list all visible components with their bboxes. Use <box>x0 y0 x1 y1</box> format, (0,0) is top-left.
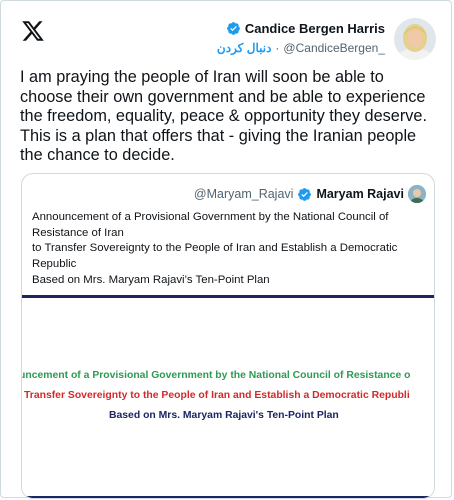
image-line-navy: Based on Mrs. Maryam Rajavi's Ten-Point … <box>109 410 339 421</box>
image-top-bar <box>22 295 434 298</box>
author-name[interactable]: Candice Bergen Harris <box>245 21 385 36</box>
quoted-line: to Transfer Sovereignty to the People of… <box>32 242 398 271</box>
avatar[interactable] <box>394 18 436 60</box>
quoted-handle[interactable]: @Maryam_Rajavi <box>194 187 294 201</box>
tweet-text: I am praying the people of Iran will soo… <box>20 68 427 164</box>
tweet-card: Candice Bergen Harris دنبال کردن · @Cand… <box>0 0 452 499</box>
quoted-tweet[interactable]: @Maryam_Rajavi Maryam Rajavi Announcemen… <box>21 173 435 499</box>
image-bottom-bar <box>22 496 434 498</box>
quoted-header: @Maryam_Rajavi Maryam Rajavi <box>194 185 426 203</box>
meta-separator: · <box>275 41 280 55</box>
quoted-line: Announcement of a Provisional Government… <box>32 211 389 239</box>
verified-badge-icon <box>298 187 312 201</box>
quoted-image[interactable]: uncement of a Provisional Government by … <box>21 293 434 498</box>
quoted-text: Announcement of a Provisional Government… <box>32 210 427 289</box>
author-handle[interactable]: @CandiceBergen_ <box>283 41 385 55</box>
verified-badge-icon <box>226 22 240 35</box>
image-line-red: Transfer Sovereignty to the People of Ir… <box>24 390 410 401</box>
image-line-green: uncement of a Provisional Government by … <box>21 370 411 381</box>
quoted-author-name[interactable]: Maryam Rajavi <box>316 187 404 201</box>
follow-button[interactable]: دنبال کردن <box>217 41 272 55</box>
quoted-line: Based on Mrs. Maryam Rajavi’s Ten-Point … <box>32 273 270 286</box>
quoted-avatar[interactable] <box>408 185 426 203</box>
x-logo-icon[interactable] <box>21 19 45 43</box>
author-info: Candice Bergen Harris دنبال کردن · @Cand… <box>217 21 385 55</box>
